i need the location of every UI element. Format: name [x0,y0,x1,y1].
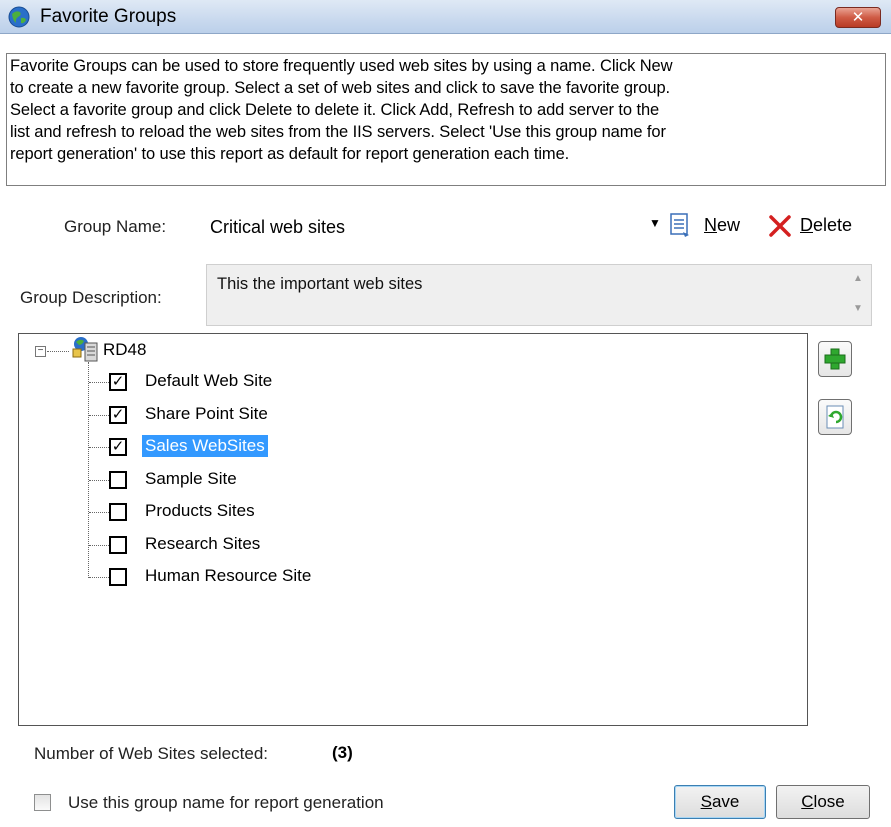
tree-connector [89,577,109,578]
scroll-down-icon[interactable]: ▼ [853,303,863,314]
site-checkbox[interactable] [109,536,127,554]
save-label: ave [711,792,740,811]
green-plus-icon [824,348,846,370]
selected-count-value: (3) [332,743,353,762]
site-label[interactable]: Share Point Site [142,403,271,425]
new-document-icon [670,213,689,237]
instructions-line: to create a new favorite group. Select a… [10,79,671,97]
group-description-textarea[interactable]: This the important web sites ▲ ▼ [206,264,872,326]
group-name-value: Critical web sites [210,217,346,237]
instructions-line: Favorite Groups can be used to store fre… [10,57,673,75]
site-checkbox[interactable]: ✓ [109,438,127,456]
site-checkbox[interactable] [109,503,127,521]
add-server-button[interactable] [818,341,852,377]
instructions-line: Select a favorite group and click Delete… [10,101,660,119]
tree-connector [89,480,109,481]
site-checkbox[interactable]: ✓ [109,373,127,391]
use-group-label[interactable]: Use this group name for report generatio… [68,793,384,813]
server-icon [72,337,98,362]
site-label[interactable]: Research Sites [142,533,263,555]
new-label-access-key: N [704,215,717,235]
scroll-up-icon[interactable]: ▲ [853,273,863,284]
site-label[interactable]: Human Resource Site [142,565,314,587]
refresh-button[interactable] [818,399,852,435]
group-description-value: This the important web sites [217,275,423,293]
new-button[interactable]: New [668,210,758,240]
site-checkbox[interactable] [109,471,127,489]
tree-connector [89,415,109,416]
close-icon: ✕ [851,9,865,26]
site-label[interactable]: Products Sites [142,500,258,522]
close-label: lose [813,792,845,811]
instructions-line: report generation' to use this report as… [10,145,570,163]
save-button[interactable]: Save [674,785,766,819]
window-title: Favorite Groups [40,6,177,27]
globe-icon [8,6,30,28]
group-name-combobox[interactable]: Critical web sites ▼ [200,208,670,244]
delete-label: elete [813,215,853,235]
tree-connector [89,545,109,546]
site-label[interactable]: Sample Site [142,468,240,490]
red-x-icon [769,215,791,237]
tree-connector [89,447,109,448]
collapse-icon[interactable]: − [35,346,46,357]
tree-connector [47,351,69,352]
selected-count-label: Number of Web Sites selected: [34,744,269,763]
group-description-label: Group Description: [20,288,162,307]
scrollbar[interactable]: ▲ ▼ [845,265,871,325]
instructions-text: Favorite Groups can be used to store fre… [6,53,886,186]
site-label[interactable]: Default Web Site [142,370,275,392]
instructions-line: list and refresh to reload the web sites… [10,123,666,141]
dropdown-arrow-icon[interactable]: ▼ [649,216,661,230]
close-label-access-key: C [801,792,814,811]
title-bar: Favorite Groups ✕ [0,0,891,34]
close-button[interactable]: Close [776,785,870,819]
site-checkbox[interactable]: ✓ [109,406,127,424]
use-group-checkbox[interactable] [34,794,51,811]
new-label: ew [717,215,741,235]
refresh-icon [826,405,844,429]
site-checkbox[interactable] [109,568,127,586]
save-label-access-key: S [700,792,712,811]
delete-label-access-key: D [800,215,813,235]
tree-connector [89,512,109,513]
tree-connector [89,382,109,383]
site-label[interactable]: Sales WebSites [142,435,268,457]
group-name-label: Group Name: [64,217,167,236]
website-tree[interactable]: − RD48 ✓ Default Web Site ✓ Share Point Sit… [18,333,808,726]
window-close-button[interactable]: ✕ [835,7,881,28]
delete-button[interactable]: Delete [768,210,880,240]
tree-node-server[interactable]: RD48 [103,340,146,360]
